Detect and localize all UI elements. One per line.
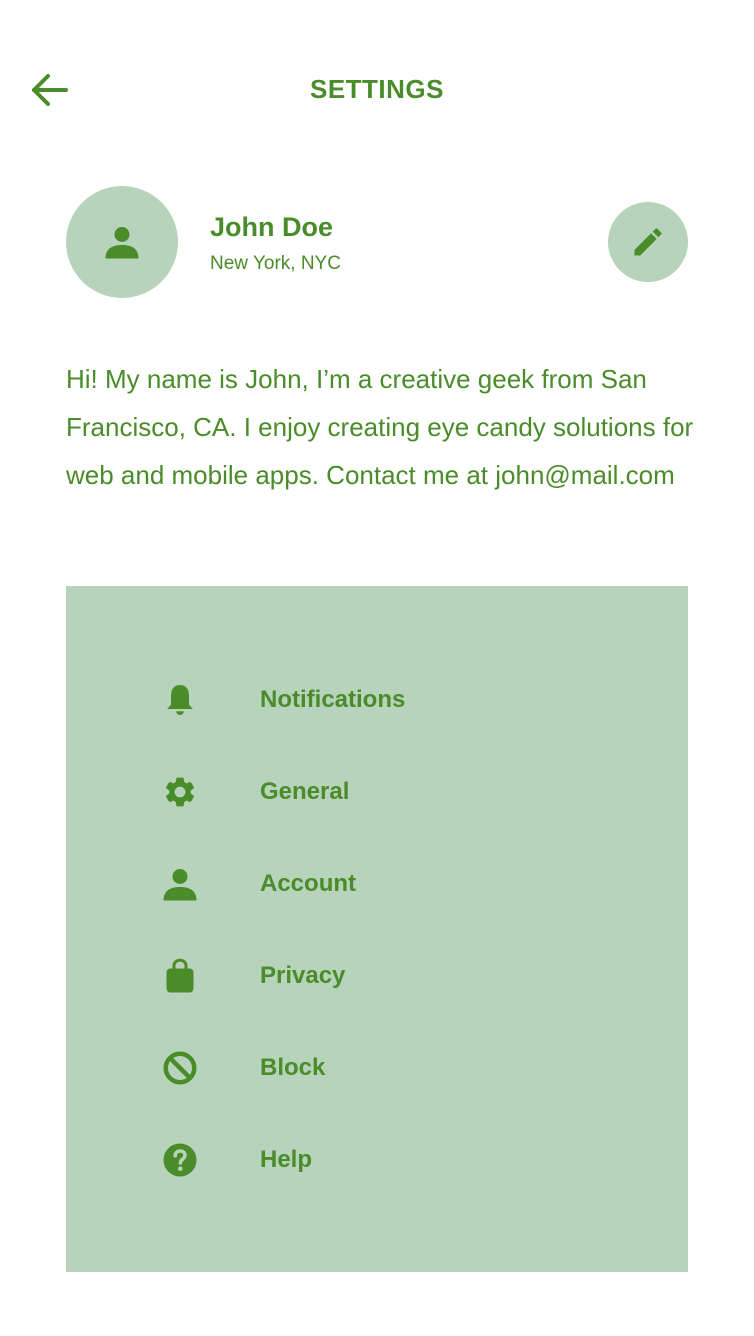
menu-item-help[interactable]: Help bbox=[66, 1128, 688, 1188]
menu-item-label: Account bbox=[260, 870, 356, 897]
menu-item-label: General bbox=[260, 778, 350, 805]
app-header: SETTINGS bbox=[0, 58, 754, 122]
menu-item-label: Privacy bbox=[260, 962, 346, 989]
menu-item-label: Notifications bbox=[260, 686, 406, 713]
person-icon bbox=[105, 227, 139, 259]
menu-item-block[interactable]: Block bbox=[66, 1036, 688, 1096]
menu-item-notifications[interactable]: Notifications bbox=[66, 668, 688, 728]
pencil-icon bbox=[634, 228, 662, 256]
edit-profile-button[interactable] bbox=[608, 202, 688, 282]
person-icon bbox=[160, 866, 200, 902]
block-icon bbox=[160, 1050, 200, 1086]
menu-item-general[interactable]: General bbox=[66, 760, 688, 820]
gear-icon bbox=[160, 774, 200, 810]
help-icon bbox=[160, 1142, 200, 1178]
profile-location: New York, NYC bbox=[210, 253, 341, 274]
avatar[interactable] bbox=[66, 186, 178, 298]
menu-item-label: Help bbox=[260, 1146, 313, 1173]
settings-menu: Notifications General Account Privacy Bl… bbox=[66, 586, 688, 1272]
profile-bio: Hi! My name is John, I’m a creative geek… bbox=[66, 364, 694, 490]
bell-icon bbox=[160, 682, 200, 718]
menu-item-account[interactable]: Account bbox=[66, 852, 688, 912]
page-title: SETTINGS bbox=[309, 74, 444, 104]
profile-name: John Doe bbox=[210, 212, 334, 242]
bag-icon bbox=[160, 958, 200, 994]
menu-item-privacy[interactable]: Privacy bbox=[66, 944, 688, 1004]
menu-item-label: Block bbox=[260, 1054, 326, 1081]
